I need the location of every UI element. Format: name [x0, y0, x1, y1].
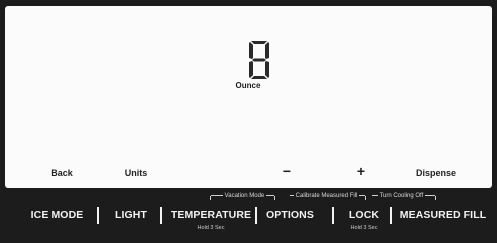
bracket-line [372, 194, 378, 196]
plus-button[interactable]: + [357, 163, 365, 179]
divider [390, 207, 392, 224]
temperature-hold-label: Hold 3 Sec [197, 225, 225, 231]
dispense-button[interactable]: Dispense [416, 168, 456, 178]
divider [160, 207, 162, 224]
segment-e [249, 61, 253, 78]
turn-cooling-off-label: Turn Cooling Off [379, 193, 424, 199]
bracket-line [211, 194, 223, 196]
back-button[interactable]: Back [51, 168, 73, 178]
vacation-mode-hint: Vacation Mode [210, 193, 275, 203]
lock-hold-label: Hold 3 Sec [350, 225, 378, 231]
seven-segment-digit [249, 41, 269, 79]
segment-g [252, 58, 266, 62]
segment-c [265, 61, 269, 78]
display-panel [5, 6, 492, 188]
divider [332, 207, 334, 224]
options-button[interactable]: OPTIONS [266, 209, 314, 221]
light-button[interactable]: LIGHT [115, 209, 147, 221]
bracket-tick [434, 196, 436, 200]
vacation-mode-label: Vacation Mode [224, 193, 265, 199]
divider [97, 207, 99, 224]
segment-b [265, 42, 269, 59]
ice-mode-button[interactable]: ICE MODE [31, 209, 84, 221]
segment-d [251, 76, 267, 79]
minus-button[interactable]: − [283, 163, 291, 179]
bracket-tick [273, 196, 275, 200]
bracket-line [424, 194, 435, 196]
unit-label: Ounce [235, 81, 261, 90]
bracket-tick [365, 196, 367, 200]
segment-f [249, 42, 253, 59]
bracket-tick [210, 196, 211, 200]
turn-cooling-off-hint: Turn Cooling Off [372, 193, 436, 203]
segment-a [251, 41, 267, 44]
lock-button[interactable]: LOCK [349, 209, 379, 221]
temperature-button[interactable]: TEMPERATURE [171, 209, 251, 221]
units-button[interactable]: Units [125, 168, 148, 178]
bracket-line [265, 194, 274, 196]
divider [255, 207, 257, 224]
calibrate-label: Calibrate Measured Fill [295, 193, 358, 199]
measured-fill-button[interactable]: MEASURED FILL [400, 209, 486, 221]
bracket-line [290, 194, 294, 196]
calibrate-hint: Calibrate Measured Fill [290, 193, 367, 203]
